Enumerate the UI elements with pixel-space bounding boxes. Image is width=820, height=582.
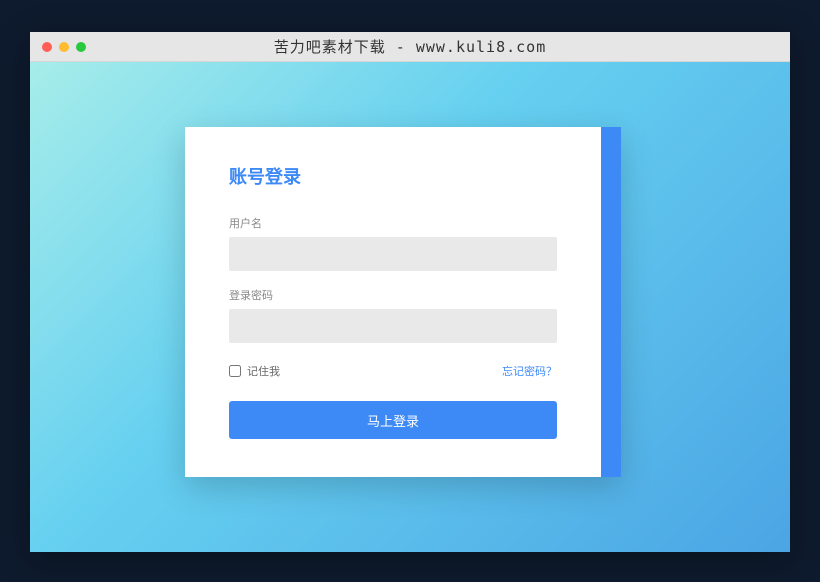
card-accent-bar [601,127,621,477]
username-input[interactable] [229,237,557,271]
options-row: 记住我 忘记密码？ [229,363,557,379]
login-heading: 账号登录 [229,163,557,189]
forgot-password-link[interactable]: 忘记密码？ [502,363,557,379]
login-button[interactable]: 马上登录 [229,401,557,439]
browser-window: 苦力吧素材下载 - www.kuli8.com 账号登录 用户名 登录密码 记住… [30,32,790,552]
login-card: 账号登录 用户名 登录密码 记住我 忘记密码？ 马上登录 [185,127,621,477]
window-title: 苦力吧素材下载 - www.kuli8.com [30,36,790,57]
card-body: 账号登录 用户名 登录密码 记住我 忘记密码？ 马上登录 [185,127,601,469]
remember-checkbox[interactable] [229,365,241,377]
titlebar: 苦力吧素材下载 - www.kuli8.com [30,32,790,62]
remember-me[interactable]: 记住我 [229,363,280,379]
viewport: 账号登录 用户名 登录密码 记住我 忘记密码？ 马上登录 [30,62,790,552]
remember-label: 记住我 [247,363,280,379]
username-label: 用户名 [229,215,557,231]
password-label: 登录密码 [229,287,557,303]
password-input[interactable] [229,309,557,343]
